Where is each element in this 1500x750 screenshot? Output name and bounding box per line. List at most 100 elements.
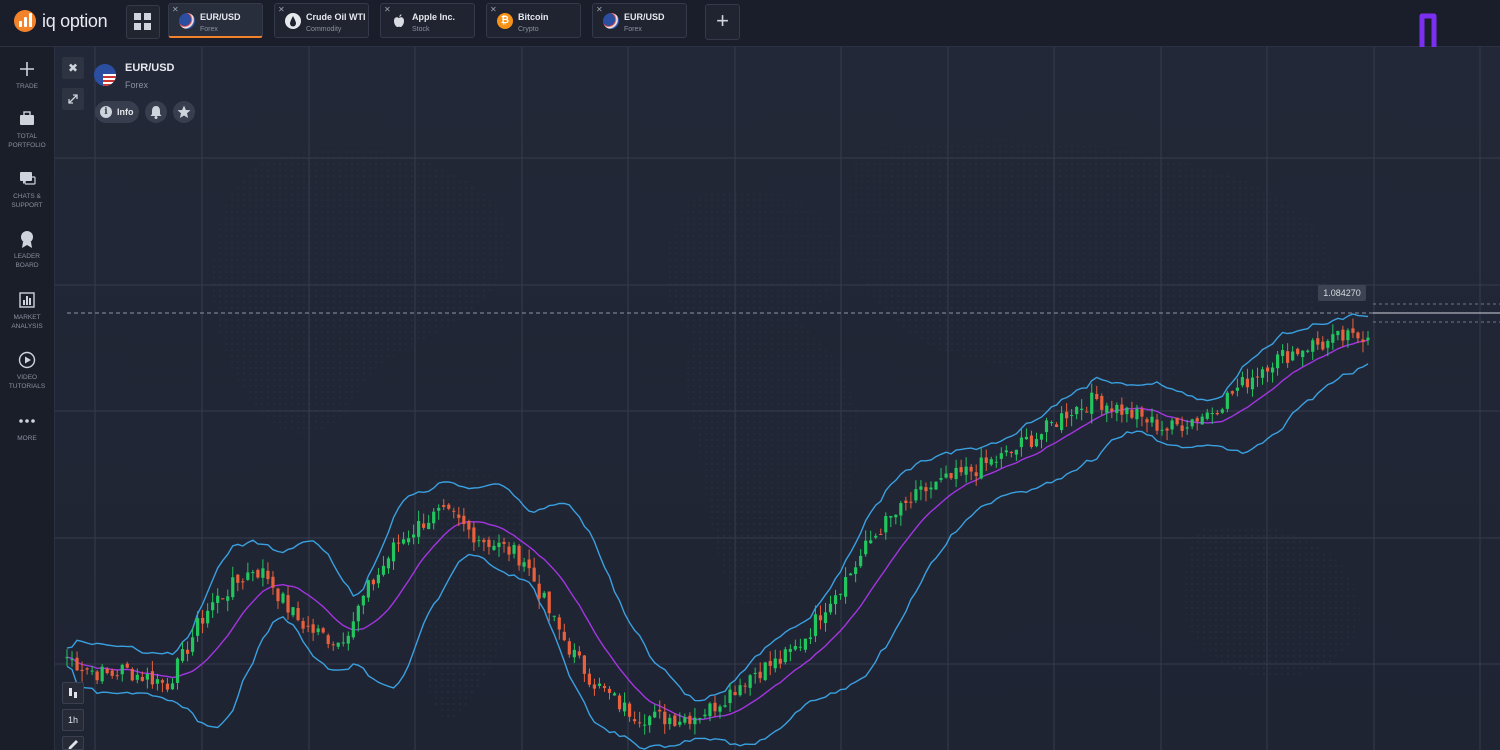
candle-up: [411, 534, 416, 538]
candle-up: [1235, 387, 1239, 391]
candle-up: [828, 603, 833, 613]
candle-down: [1100, 395, 1104, 410]
candle-up: [653, 711, 657, 718]
candle-up: [1019, 437, 1024, 448]
candle-up: [1301, 350, 1305, 358]
sidebar-item-more[interactable]: MORE: [0, 411, 54, 443]
candle-down: [758, 671, 762, 679]
candle-up: [854, 567, 858, 575]
candle-up: [914, 489, 918, 501]
candle-up: [145, 673, 149, 680]
candle-up: [120, 664, 124, 675]
candle-up: [683, 717, 687, 723]
collapse-chart-button[interactable]: [62, 88, 84, 110]
candle-up: [552, 615, 556, 617]
candle-up: [1014, 449, 1018, 455]
candle-up: [1090, 392, 1094, 414]
sidebar-item-chats[interactable]: CHATS & SUPPORT: [0, 169, 54, 210]
candle-up: [864, 540, 868, 555]
candle-up: [838, 593, 843, 595]
layout-grid-button[interactable]: [126, 5, 160, 39]
candle-up: [773, 658, 777, 669]
candle-up: [366, 580, 370, 598]
candle-down: [567, 641, 571, 655]
candle-down: [487, 539, 491, 547]
candle-down: [1296, 348, 1300, 355]
candle-up: [1135, 408, 1139, 420]
candle-up: [391, 542, 396, 562]
candle-up: [170, 683, 175, 690]
candle-up: [964, 466, 968, 475]
candle-down: [1029, 435, 1034, 447]
candle-down: [80, 669, 84, 672]
sidebar-item-trade[interactable]: TRADE: [0, 59, 54, 91]
candle-down: [1351, 328, 1355, 333]
candle-up: [1160, 429, 1164, 431]
alert-bell-button[interactable]: [145, 101, 167, 123]
timeframe-button[interactable]: 1h: [62, 709, 84, 731]
close-tab-icon[interactable]: ✕: [278, 5, 285, 14]
candle-up: [698, 717, 702, 720]
candle-down: [422, 523, 426, 528]
close-tab-icon[interactable]: ✕: [172, 5, 179, 14]
star-icon: [177, 105, 191, 118]
candle-up: [251, 572, 255, 574]
candle-up: [1190, 419, 1194, 427]
candle-up: [1105, 405, 1109, 413]
price-chart[interactable]: [55, 47, 1500, 750]
candle-up: [894, 514, 898, 518]
candle-down: [562, 631, 566, 641]
candle-down: [1245, 378, 1250, 388]
tab-bitcoin[interactable]: ✕ ₿ Bitcoin Crypto: [486, 3, 581, 38]
candle-up: [356, 605, 360, 622]
tab-subtitle: Forex: [200, 26, 218, 33]
sidebar-item-leaderboard[interactable]: LEADER BOARD: [0, 229, 54, 270]
candle-up: [477, 540, 481, 542]
candle-up: [1115, 404, 1119, 414]
tab-crude-oil[interactable]: ✕ Crude Oil WTI Commodity: [274, 3, 369, 38]
candle-up: [1270, 367, 1275, 373]
candle-up: [989, 459, 993, 465]
app-logo[interactable]: iq option: [14, 10, 108, 32]
candle-up: [939, 478, 943, 480]
tab-apple[interactable]: ✕ Apple Inc. Stock: [380, 3, 475, 38]
candle-up: [341, 642, 345, 644]
close-tab-icon[interactable]: ✕: [596, 5, 603, 14]
sidebar-item-portfolio[interactable]: TOTAL PORTFOLIO: [0, 109, 54, 150]
close-tab-icon[interactable]: ✕: [490, 5, 497, 14]
info-button[interactable]: i Info: [95, 101, 139, 123]
bar-chart-icon: [19, 292, 35, 308]
candle-down: [507, 546, 511, 555]
candle-down: [125, 663, 129, 668]
tab-title: Bitcoin: [518, 12, 549, 22]
candle-up: [406, 538, 411, 543]
tab-eur-usd-2[interactable]: ✕ EUR/USD Forex: [592, 3, 687, 38]
candle-down: [321, 628, 325, 633]
chart-type-button[interactable]: [62, 682, 84, 704]
candle-up: [522, 562, 526, 567]
close-chart-button[interactable]: ✖: [62, 57, 84, 79]
candle-up: [738, 685, 742, 696]
sidebar-item-market-analysis[interactable]: MARKET ANALYSIS: [0, 290, 54, 331]
candle-up: [381, 565, 386, 575]
candle-down: [1321, 341, 1325, 350]
candle-up: [813, 614, 818, 637]
us-eu-flag-icon: [603, 13, 619, 29]
candle-up: [884, 516, 888, 533]
candle-up: [994, 461, 998, 463]
candle-down: [75, 657, 79, 671]
candle-up: [753, 672, 757, 674]
candle-down: [462, 515, 466, 525]
favorite-button[interactable]: [173, 101, 195, 123]
candle-up: [316, 628, 320, 633]
candle-down: [1054, 424, 1059, 428]
sidebar-item-video-tutorials[interactable]: VIDEO TUTORIALS: [0, 350, 54, 391]
add-tab-button[interactable]: +: [705, 4, 740, 40]
candle-up: [999, 453, 1003, 459]
candle-up: [417, 520, 421, 537]
candle-down: [627, 703, 632, 717]
drawing-tools-button[interactable]: [62, 736, 84, 750]
close-tab-icon[interactable]: ✕: [384, 5, 391, 14]
candle-up: [763, 662, 767, 681]
tab-eur-usd[interactable]: ✕ EUR/USD Forex: [168, 3, 263, 38]
